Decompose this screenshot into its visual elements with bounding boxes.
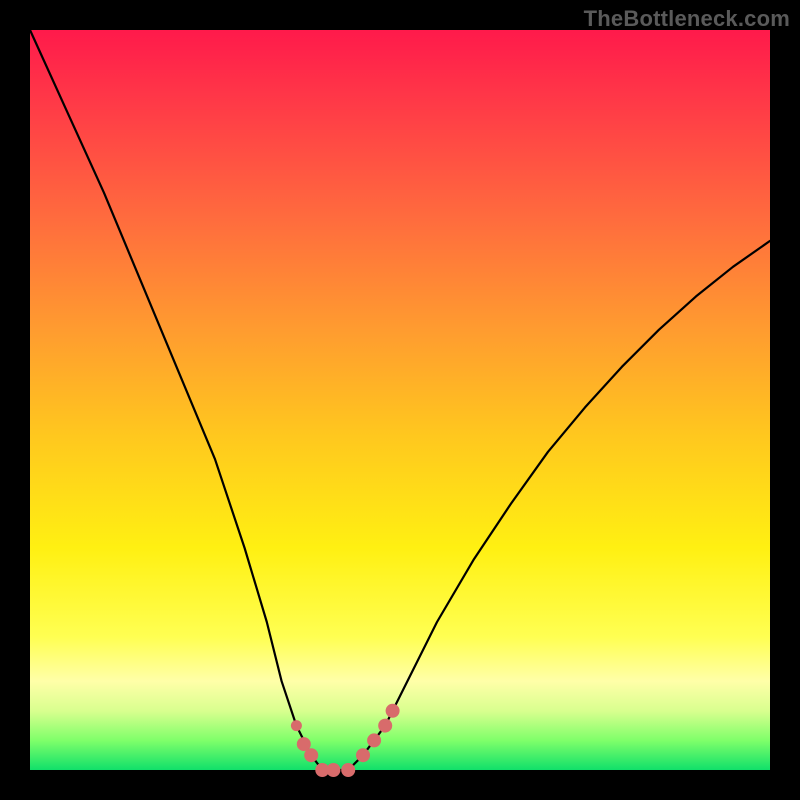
highlight-dot-group (291, 704, 400, 777)
watermark-text: TheBottleneck.com (584, 6, 790, 32)
highlight-dot (386, 704, 400, 718)
curve-svg-layer (30, 30, 770, 770)
plot-area (30, 30, 770, 770)
highlight-dot (326, 763, 340, 777)
highlight-dot (367, 733, 381, 747)
highlight-dot (341, 763, 355, 777)
highlight-dot (304, 748, 318, 762)
highlight-dot (356, 748, 370, 762)
chart-stage: TheBottleneck.com (0, 0, 800, 800)
highlight-dot (378, 719, 392, 733)
highlight-dot (291, 720, 302, 731)
bottleneck-curve-path (30, 30, 770, 770)
